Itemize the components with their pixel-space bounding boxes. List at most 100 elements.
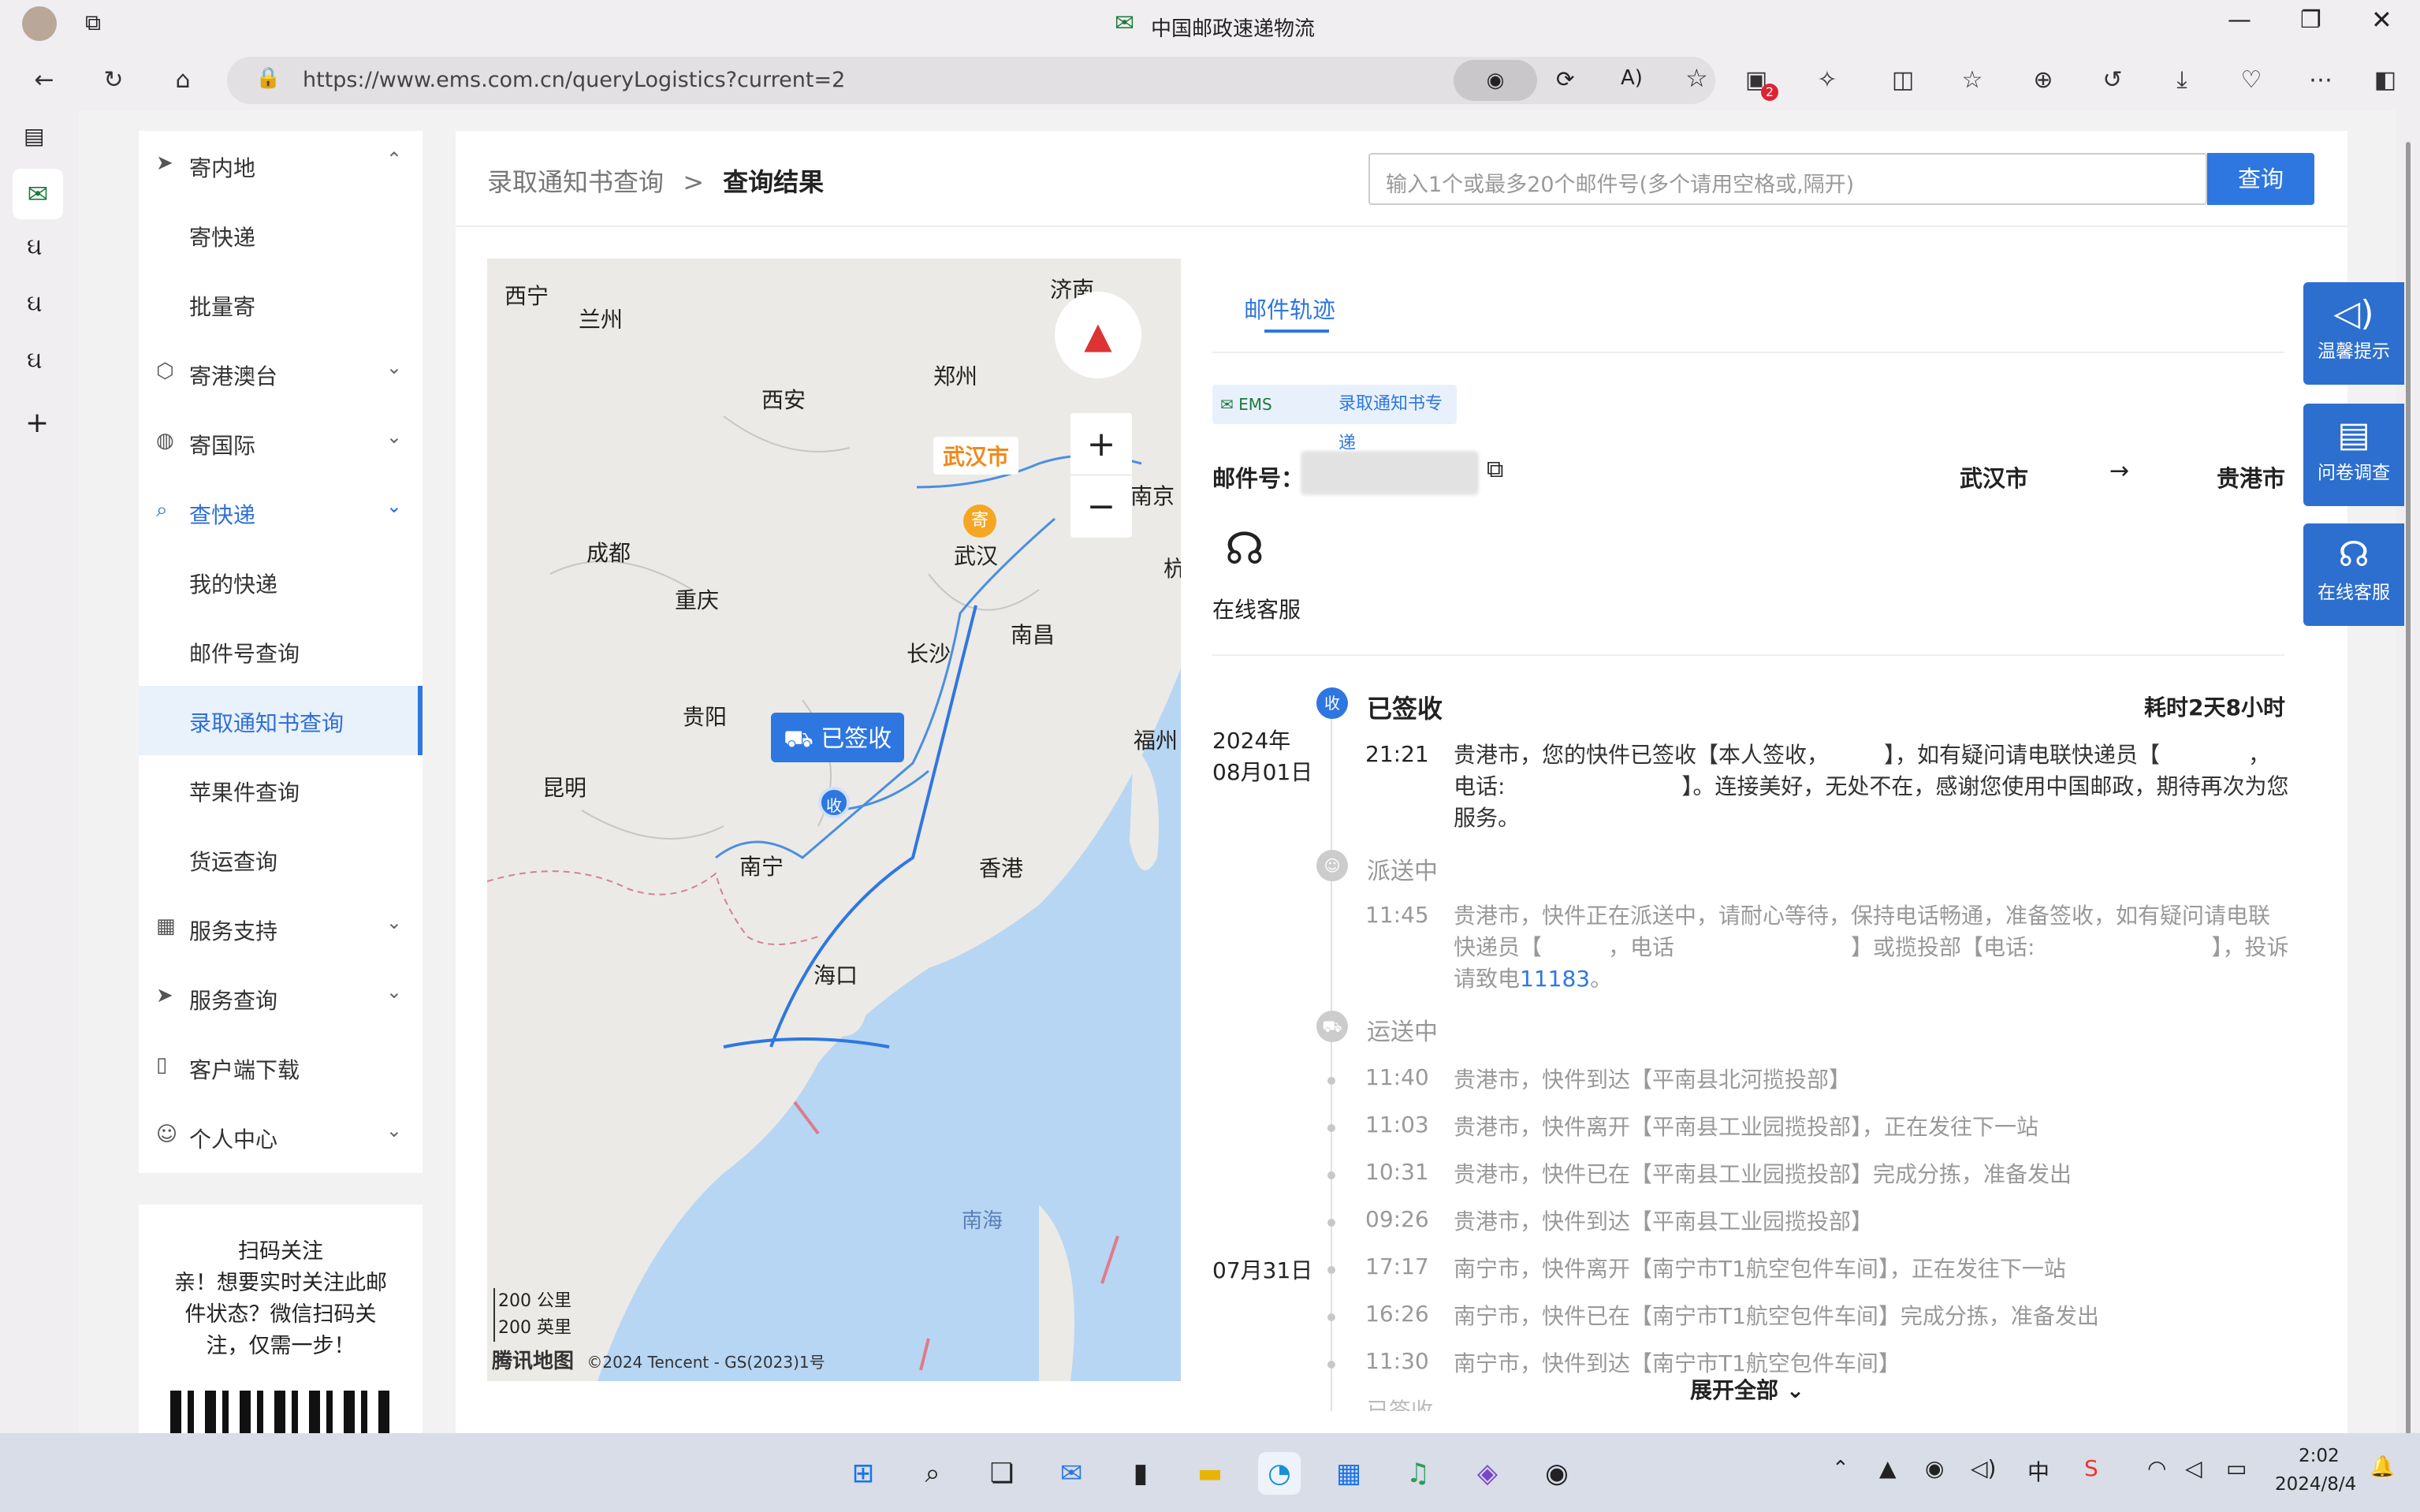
tab-3-icon[interactable]: ઘ xyxy=(27,290,43,318)
workspaces-icon[interactable]: ⧉ xyxy=(85,9,101,36)
scroll-thumb[interactable] xyxy=(2406,142,2411,1435)
menu-apple-query[interactable]: 苹果件查询 xyxy=(139,755,423,825)
read-aloud-icon[interactable]: A) xyxy=(1621,66,1643,90)
app-icon[interactable]: ✉ xyxy=(1050,1452,1093,1495)
profile-avatar[interactable] xyxy=(22,6,57,41)
tab-2-icon[interactable]: ઘ xyxy=(27,233,43,261)
favorite-star-icon[interactable]: ☆ xyxy=(1685,63,1708,93)
menu-track[interactable]: ⌕ 查快递 ⌄ xyxy=(139,478,423,547)
app-icon[interactable]: ♫ xyxy=(1397,1452,1439,1495)
menu-client-download[interactable]: ▯ 客户端下载 xyxy=(139,1033,423,1102)
close-button[interactable]: ✕ xyxy=(2371,5,2392,35)
minimize-button[interactable]: — xyxy=(2228,6,2251,34)
wifi-icon[interactable]: ◠ xyxy=(2147,1455,2166,1481)
zoom-in-button[interactable]: + xyxy=(1070,413,1132,475)
lock-icon[interactable]: 🔒 xyxy=(255,66,281,90)
event-time: 10:31 xyxy=(1365,1159,1429,1185)
new-tab-icon[interactable]: + xyxy=(25,407,49,439)
maximize-button[interactable]: ❐ xyxy=(2300,6,2321,34)
breadcrumb-parent[interactable]: 录取通知书查询 xyxy=(487,167,664,197)
tab-4-icon[interactable]: ઘ xyxy=(27,347,43,374)
expand-all-button[interactable]: 展开全部 ⌄ xyxy=(1682,1373,1813,1405)
performance-icon[interactable]: ♡ xyxy=(2234,65,2269,96)
menu-send-domestic[interactable]: ➤ 寄内地 ⌃ xyxy=(139,131,423,200)
tray-sogou-icon[interactable]: S xyxy=(2084,1455,2098,1481)
menu-send-express[interactable]: 寄快递 xyxy=(139,200,423,270)
menu-my-express[interactable]: 我的快递 xyxy=(139,547,423,616)
chevron-down-icon[interactable]: ⌄ xyxy=(386,911,402,933)
chevron-up-icon[interactable]: ⌃ xyxy=(386,148,402,170)
query-button[interactable]: 查询 xyxy=(2207,153,2314,205)
chevron-down-icon[interactable]: ⌄ xyxy=(386,1119,402,1141)
compass-icon[interactable]: ▲ xyxy=(1055,292,1141,378)
menu-personal-center[interactable]: ☺ 个人中心 ⌄ xyxy=(139,1102,423,1171)
menu-bulk-send[interactable]: 批量寄 xyxy=(139,270,423,339)
tab-mail-track[interactable]: 邮件轨迹 xyxy=(1244,292,1335,325)
search-icon[interactable]: ⌕ xyxy=(911,1452,954,1495)
tray-app-icon[interactable]: ▲ xyxy=(1879,1455,1897,1481)
delivered-bubble[interactable]: ⛟ 已签收 xyxy=(771,713,905,762)
back-icon[interactable]: ← xyxy=(27,65,61,96)
extensions-puzzle-icon[interactable]: ✧ xyxy=(1810,65,1845,96)
url-text[interactable]: https://www.ems.com.cn/queryLogistics?cu… xyxy=(303,68,845,92)
menu-send-hk-macau-tw[interactable]: ⬡ 寄港澳台 ⌄ xyxy=(139,339,423,408)
refresh-icon[interactable]: ↻ xyxy=(96,65,131,96)
menu-service-query[interactable]: ➤ 服务查询 ⌄ xyxy=(139,963,423,1033)
tracking-prevention-icon[interactable]: ◉ xyxy=(1454,60,1537,101)
split-screen-icon[interactable]: ◫ xyxy=(1886,65,1920,96)
event-text: 贵港市，快件到达【平南县北河揽投部】 xyxy=(1454,1067,1852,1093)
menu-admission-letter-query[interactable]: 录取通知书查询 xyxy=(139,686,423,755)
search-field[interactable]: 输入1个或最多20个邮件号(多个请用空格或,隔开) xyxy=(1368,153,2207,205)
chevron-down-icon[interactable]: ⌄ xyxy=(386,356,402,378)
delivered-pin[interactable]: 收 xyxy=(818,787,850,818)
speaker-icon[interactable]: ◁ xyxy=(2185,1455,2202,1481)
chevron-down-icon[interactable]: ⌄ xyxy=(386,495,402,517)
side-tips-button[interactable]: ◁) 温馨提示 xyxy=(2303,282,2404,385)
headset-icon[interactable]: ☊ xyxy=(1225,523,1264,575)
task-view-icon[interactable]: ❏ xyxy=(981,1452,1023,1495)
zoom-out-button[interactable]: − xyxy=(1070,475,1132,538)
menu-service-support[interactable]: ▦ 服务支持 ⌄ xyxy=(139,894,423,963)
search-placeholder[interactable]: 输入1个或最多20个邮件号(多个请用空格或,隔开) xyxy=(1386,167,1854,198)
qq-icon[interactable]: ◉ xyxy=(1536,1452,1578,1495)
side-service-button[interactable]: ☊ 在线客服 xyxy=(2303,523,2404,626)
history-icon[interactable]: ↺ xyxy=(2095,65,2130,96)
hotline-link[interactable]: 11183 xyxy=(1520,966,1590,992)
file-explorer-icon[interactable]: ▬ xyxy=(1189,1452,1231,1495)
favorites-icon[interactable]: ☆ xyxy=(1955,65,1990,96)
start-icon[interactable]: ⊞ xyxy=(842,1452,884,1495)
clock-date[interactable]: 2024/8/4 xyxy=(2275,1474,2356,1495)
menu-mail-number-query[interactable]: 邮件号查询 xyxy=(139,616,423,686)
edge-icon[interactable]: ◔ xyxy=(1258,1452,1301,1495)
battery-icon[interactable]: ▭ xyxy=(2226,1455,2247,1481)
visual-studio-icon[interactable]: ◈ xyxy=(1466,1452,1509,1495)
tray-chevron-icon[interactable]: ⌃ xyxy=(1832,1457,1849,1480)
notification-bell-icon[interactable]: 🔔 xyxy=(2370,1455,2395,1479)
translate-icon[interactable]: ⟳ xyxy=(1556,66,1574,92)
ime-indicator[interactable]: 中 xyxy=(2027,1455,2050,1487)
store-icon[interactable]: ▦ xyxy=(1327,1452,1370,1495)
tray-volume-icon[interactable]: ◁) xyxy=(1971,1455,1996,1481)
send-icon: ➤ xyxy=(156,984,173,1007)
menu-send-international[interactable]: ◍ 寄国际 ⌄ xyxy=(139,408,423,478)
download-icon[interactable]: ⤓ xyxy=(2165,65,2199,96)
address-bar[interactable]: 🔒 https://www.ems.com.cn/queryLogistics?… xyxy=(227,57,1715,104)
online-service-link[interactable]: 在线客服 xyxy=(1212,593,1301,624)
route-map[interactable]: 西宁 兰州 济南 西安 郑州 成都 重庆 武汉 南京 杭 长沙 南昌 贵阳 福州… xyxy=(487,259,1181,1381)
home-icon[interactable]: ⌂ xyxy=(166,65,200,96)
collections-icon[interactable]: ⊕ xyxy=(2026,65,2061,96)
copy-icon[interactable]: ⧉ xyxy=(1487,456,1503,483)
more-icon[interactable]: ⋯ xyxy=(2303,65,2338,96)
origin-pin[interactable]: 寄 xyxy=(963,505,996,538)
chevron-down-icon[interactable]: ⌄ xyxy=(386,981,402,1003)
sidebar-toggle-icon[interactable]: ◧ xyxy=(2368,65,2403,96)
clock-time[interactable]: 2:02 xyxy=(2299,1446,2340,1466)
tab-ems[interactable]: ✉ xyxy=(13,169,63,219)
tab-actions-icon[interactable]: ▤ xyxy=(24,123,44,149)
menu-freight-query[interactable]: 货运查询 xyxy=(139,825,423,894)
app-icon[interactable]: ▮ xyxy=(1119,1452,1162,1495)
side-survey-button[interactable]: ▤ 问卷调查 xyxy=(2303,404,2404,506)
timeline-dot xyxy=(1327,1361,1335,1369)
chevron-down-icon[interactable]: ⌄ xyxy=(386,426,402,448)
tray-qq-icon[interactable]: ◉ xyxy=(1925,1455,1944,1481)
